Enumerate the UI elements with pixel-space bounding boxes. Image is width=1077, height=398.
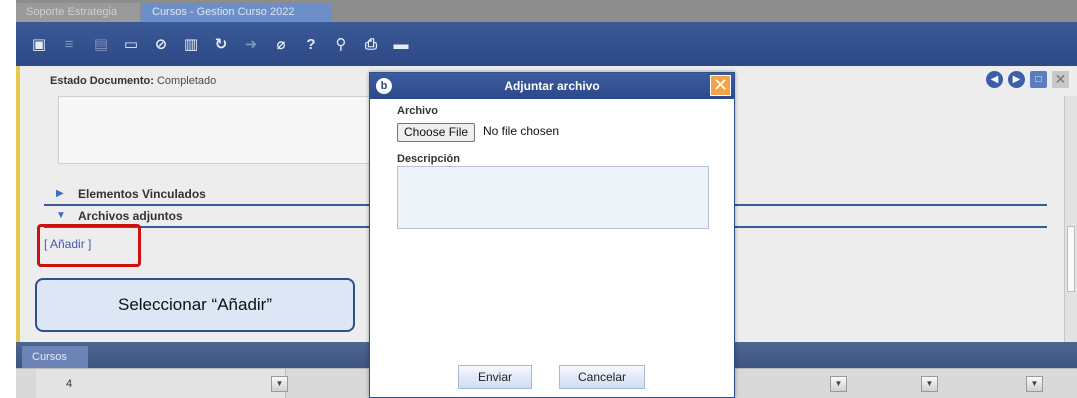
- help-icon[interactable]: ?: [302, 35, 320, 53]
- new-doc-icon[interactable]: ▣: [30, 35, 48, 53]
- cancelar-button[interactable]: Cancelar: [559, 365, 645, 389]
- scroll-thumb[interactable]: [1067, 226, 1075, 292]
- delete-icon[interactable]: ▥: [182, 35, 200, 53]
- chevron-down-icon[interactable]: ▼: [921, 376, 938, 392]
- collapse-icon: ▼: [56, 210, 66, 221]
- highlight-box: [37, 224, 141, 267]
- list-icon[interactable]: ≡: [60, 35, 78, 53]
- link-icon[interactable]: ⚲: [332, 35, 350, 53]
- row-number: 4: [36, 369, 286, 398]
- chevron-down-icon[interactable]: ▼: [271, 376, 288, 392]
- cancel-icon[interactable]: ⊘: [152, 35, 170, 53]
- maximize-icon[interactable]: □: [1030, 71, 1047, 88]
- toolbar: ▣ ≡ ▤ ▭ ⊘ ▥ ↻ ➜ ⌀ ? ⚲ ⎙ ▬: [16, 22, 1077, 66]
- tab-cursos-gestion[interactable]: Cursos - Gestion Curso 2022: [142, 3, 332, 22]
- record-nav: ◀ ▶ □ ✕: [986, 71, 1069, 88]
- attach-icon[interactable]: ⌀: [272, 35, 290, 53]
- descripcion-label: Descripción: [397, 153, 460, 165]
- chevron-down-icon[interactable]: ▼: [1026, 376, 1043, 392]
- tab-soporte[interactable]: Soporte Estrategia: [16, 3, 140, 22]
- choose-file-button[interactable]: Choose File: [397, 123, 476, 142]
- estado-documento: Estado Documento: Completado: [50, 75, 216, 87]
- adjuntar-archivo-dialog: Adjuntar archivo b ✕ Archivo Choose File…: [369, 72, 735, 398]
- estado-label: Estado Documento:: [50, 75, 154, 87]
- tab-cursos[interactable]: Cursos: [22, 346, 88, 368]
- section-label: Archivos adjuntos: [78, 209, 183, 223]
- section-label: Elementos Vinculados: [78, 187, 206, 201]
- expand-icon: ▶: [56, 188, 64, 199]
- enviar-button[interactable]: Enviar: [458, 365, 532, 389]
- new-record-icon[interactable]: ▭: [122, 35, 140, 53]
- file-status: No file chosen: [483, 124, 560, 138]
- save-icon[interactable]: ▤: [92, 35, 110, 53]
- dialog-title: Adjuntar archivo: [370, 73, 734, 99]
- close-panel-icon[interactable]: ✕: [1052, 71, 1069, 88]
- vertical-scrollbar[interactable]: [1064, 96, 1077, 342]
- print-icon[interactable]: ⎙: [362, 35, 380, 53]
- close-icon[interactable]: ✕: [710, 75, 731, 96]
- previous-record-icon[interactable]: ◀: [986, 71, 1003, 88]
- export-icon[interactable]: ➜: [242, 35, 260, 53]
- refresh-icon[interactable]: ↻: [212, 35, 230, 53]
- description-box: [58, 96, 388, 164]
- next-record-icon[interactable]: ▶: [1008, 71, 1025, 88]
- app-logo-icon: b: [376, 78, 392, 94]
- descripcion-textarea[interactable]: [397, 166, 709, 229]
- left-edge-strip: [0, 140, 16, 200]
- estado-value: Completado: [156, 75, 217, 87]
- instruction-callout: Seleccionar “Añadir”: [35, 278, 355, 332]
- window-icon[interactable]: ▬: [392, 35, 410, 53]
- tab-strip: Soporte Estrategia Cursos - Gestion Curs…: [16, 0, 1077, 22]
- chevron-down-icon[interactable]: ▼: [830, 376, 847, 392]
- archivo-label: Archivo: [397, 105, 438, 117]
